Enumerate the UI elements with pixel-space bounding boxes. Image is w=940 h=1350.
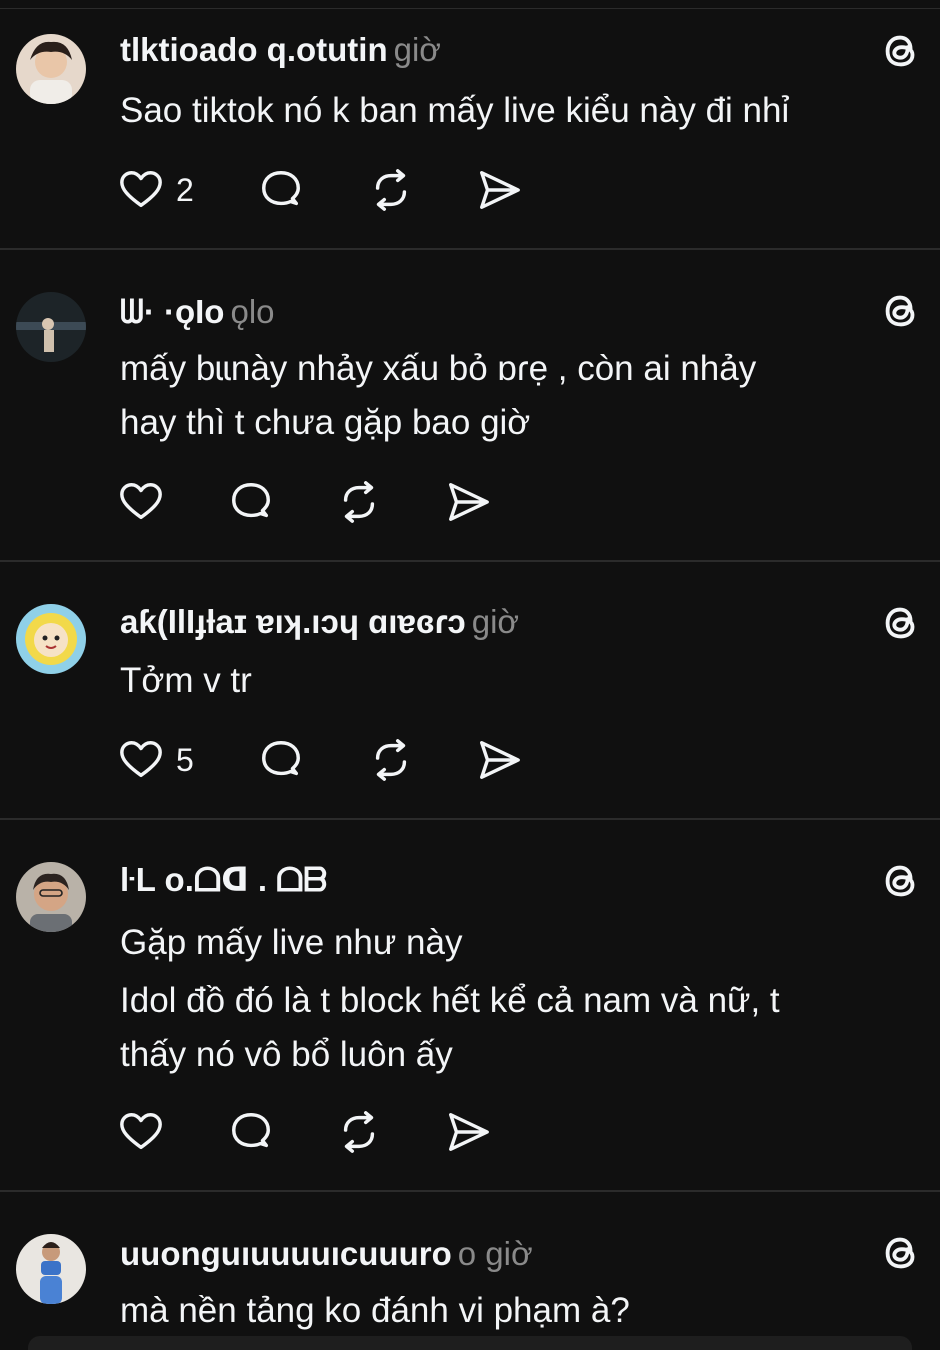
post-divider	[0, 1190, 940, 1192]
post-divider	[0, 560, 940, 562]
like-count: 2	[176, 171, 194, 208]
post-text-line: hay thì t chưa gặp bao giờ	[120, 403, 531, 442]
repost-icon	[375, 169, 407, 211]
like-button[interactable]	[118, 1108, 164, 1156]
comment-icon	[232, 1113, 270, 1148]
avatar[interactable]	[16, 1234, 86, 1304]
share-button[interactable]	[476, 166, 522, 214]
comment-icon	[232, 483, 270, 518]
threads-logo-icon[interactable]	[878, 288, 924, 334]
like-button[interactable]: 5	[118, 736, 194, 784]
heart-icon	[120, 171, 162, 208]
post-text-line: Gặp mấy live như này	[120, 923, 463, 962]
repost-icon	[375, 739, 407, 781]
avatar[interactable]	[16, 34, 86, 104]
like-button[interactable]	[118, 478, 164, 526]
share-button[interactable]	[476, 736, 522, 784]
threads-logo-icon[interactable]	[878, 1230, 924, 1276]
repost-button[interactable]	[336, 1108, 382, 1156]
send-icon	[480, 741, 520, 779]
timestamp: o giờ	[457, 1235, 533, 1272]
avatar[interactable]	[16, 604, 86, 674]
repost-icon	[343, 1111, 375, 1153]
threads-logo-icon[interactable]	[878, 858, 924, 904]
post-text-line: mà nền tảng ko đánh vi phạm à?	[120, 1291, 630, 1330]
threads-logo-icon[interactable]	[878, 600, 924, 646]
repost-button[interactable]	[368, 736, 414, 784]
username[interactable]: tlktioado q.otutin giờ	[120, 32, 441, 68]
post-divider	[0, 818, 940, 820]
post-text-line: Tởm v tr	[120, 661, 252, 700]
username[interactable]: uuonguıuuuuıcuuuro o giờ	[120, 1236, 533, 1272]
comment-icon	[262, 171, 300, 206]
reply-button[interactable]	[228, 1108, 274, 1156]
share-button[interactable]	[445, 1108, 491, 1156]
reply-button[interactable]	[228, 478, 274, 526]
repost-icon	[343, 481, 375, 523]
post-text-line: thấy nó vô bổ luôn ấy	[120, 1035, 453, 1074]
post-text-line: mấy bɩɩnày nhảy xấu bỏ ɒɾẹ , còn ai nhảy	[120, 349, 757, 388]
heart-icon	[120, 741, 162, 778]
avatar[interactable]	[16, 862, 86, 932]
send-icon	[449, 483, 489, 521]
username[interactable]: aƙ(IlIɟƚaɪ ɐıʞ.ıɔɥ ɑıɐɞɾɔ giờ	[120, 604, 519, 640]
threads-logo-icon[interactable]	[878, 28, 924, 74]
bottom-sheet-edge	[28, 1336, 912, 1350]
send-icon	[480, 171, 520, 209]
timestamp: giờ	[393, 31, 441, 68]
timestamp: giờ	[471, 603, 520, 640]
timestamp: ǫƖo	[230, 293, 275, 330]
username[interactable]: ŀL o.ᗝᗡ . ᗝᗷ	[120, 862, 333, 898]
username[interactable]: ᗯ· ·ǫƖo ǫƖo	[120, 294, 275, 330]
send-icon	[449, 1113, 489, 1151]
post-text-line: Idol đồ đó là t block hết kể cả nam và n…	[120, 981, 780, 1020]
heart-icon	[120, 483, 162, 520]
post-text-line: Sao tiktok nó k ban mấy live kiểu này đi…	[120, 91, 790, 130]
heart-icon	[120, 1113, 162, 1150]
reply-button[interactable]	[258, 166, 304, 214]
top-divider	[0, 8, 940, 9]
repost-button[interactable]	[368, 166, 414, 214]
comment-icon	[262, 741, 300, 776]
avatar[interactable]	[16, 292, 86, 362]
like-button[interactable]: 2	[118, 166, 194, 214]
post-divider	[0, 248, 940, 250]
like-count: 5	[176, 741, 194, 778]
reply-button[interactable]	[258, 736, 304, 784]
repost-button[interactable]	[336, 478, 382, 526]
share-button[interactable]	[445, 478, 491, 526]
